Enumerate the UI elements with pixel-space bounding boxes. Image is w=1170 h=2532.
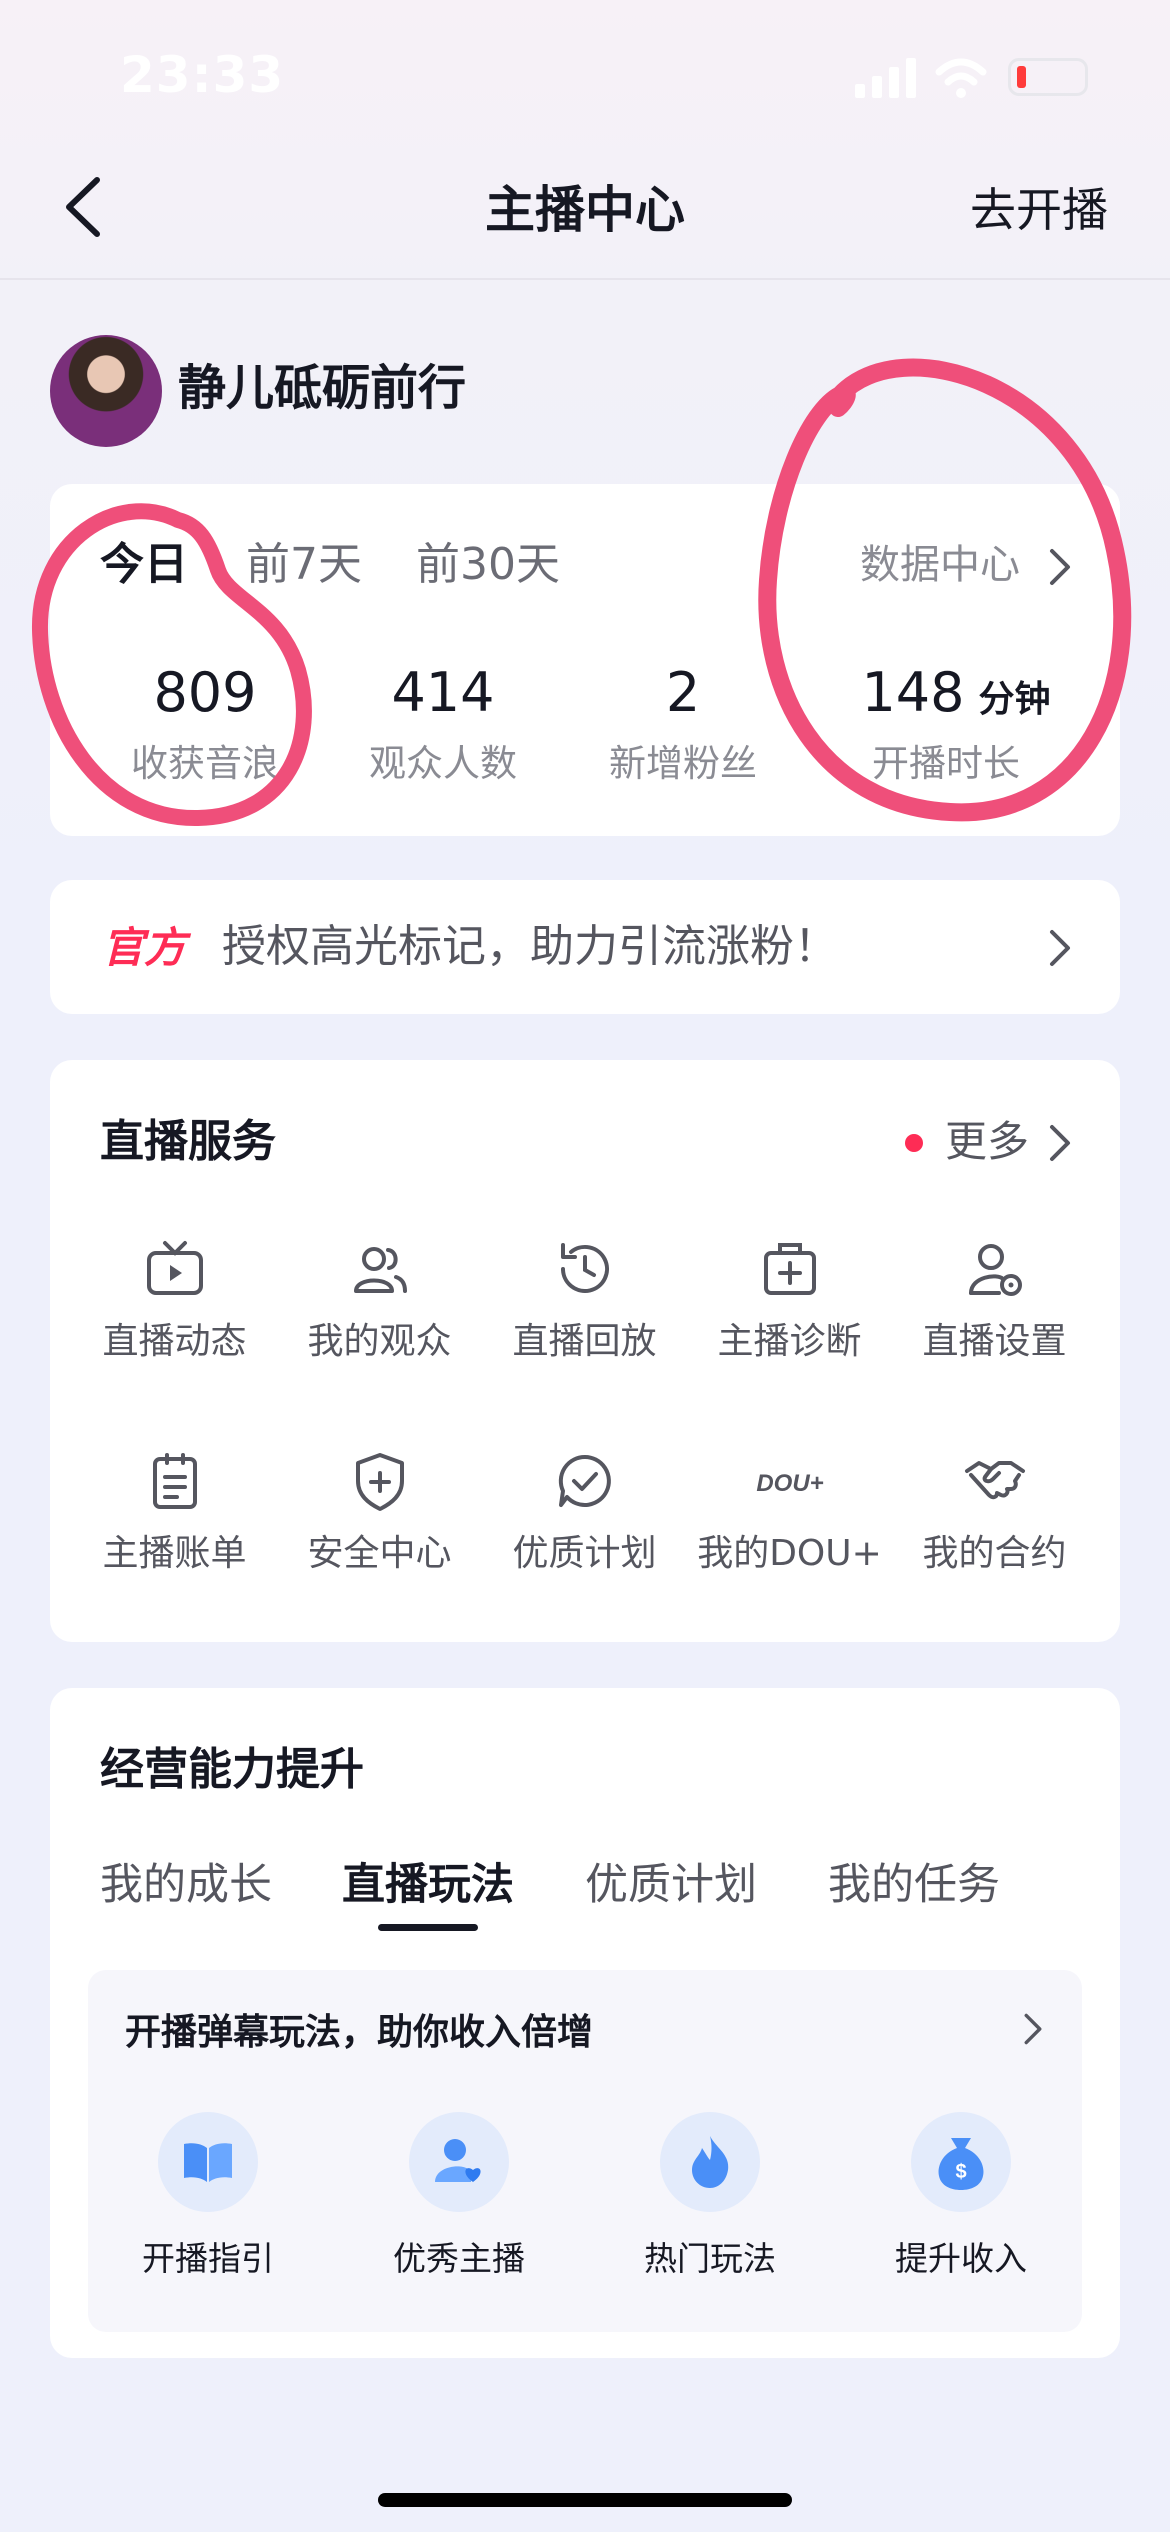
stat-label-viewers: 观众人数 [369, 742, 517, 785]
live-services-title: 直播服务 [100, 1116, 276, 1167]
chevron-right-icon[interactable] [1047, 928, 1073, 968]
notification-dot [905, 1134, 923, 1152]
service-anchor-bill[interactable]: 主播账单 [72, 1449, 277, 1581]
medical-kit-icon [763, 1243, 816, 1295]
dou-plus-icon: DOU+ [756, 1470, 823, 1497]
chevron-right-icon[interactable] [1047, 1123, 1073, 1163]
service-label: 主播账单 [102, 1533, 247, 1574]
money-bag-icon: $ [938, 2138, 984, 2190]
service-label: 我的观众 [307, 1321, 452, 1362]
feature-boost-income[interactable]: $ 提升收入 [861, 2112, 1061, 2284]
users-icon [353, 1247, 407, 1293]
service-live-replay[interactable]: 直播回放 [482, 1237, 687, 1369]
battery-level [1017, 66, 1026, 88]
svg-text:DOU+: DOU+ [756, 1470, 823, 1497]
service-anchor-diagnosis[interactable]: 主播诊断 [687, 1237, 892, 1369]
official-tag: 官方 [102, 923, 187, 972]
feature-start-guide[interactable]: 开播指引 [108, 2112, 308, 2284]
annotation-circle-left [31, 503, 312, 827]
bill-icon [152, 1453, 197, 1509]
active-tab-indicator [378, 1924, 478, 1931]
service-my-audience[interactable]: 我的观众 [277, 1237, 482, 1369]
gameplay-panel-title: 开播弹幕玩法，助你收入倍增 [125, 2012, 594, 2053]
service-my-dou-plus[interactable]: DOU+ 我的DOU+ [687, 1449, 892, 1581]
service-quality-plan[interactable]: 优质计划 [482, 1449, 687, 1581]
feature-hot-gameplay[interactable]: 热门玩法 [610, 2112, 810, 2284]
service-live-feed[interactable]: 直播动态 [72, 1237, 277, 1369]
book-icon [184, 2143, 232, 2182]
tab-my-growth[interactable]: 我的成长 [100, 1855, 272, 1915]
service-label: 直播设置 [922, 1321, 1067, 1362]
feature-top-anchors[interactable]: 优秀主播 [359, 2112, 559, 2284]
cellular-signal-icon [855, 58, 916, 98]
flame-icon [692, 2136, 729, 2188]
avatar[interactable] [50, 335, 162, 447]
service-security-center[interactable]: 安全中心 [277, 1449, 482, 1581]
home-indicator[interactable] [378, 2493, 792, 2507]
feature-label: 优秀主播 [393, 2239, 525, 2278]
service-label: 主播诊断 [717, 1321, 862, 1362]
tab-my-tasks[interactable]: 我的任务 [828, 1855, 1000, 1915]
feature-label: 热门玩法 [644, 2239, 776, 2278]
shield-plus-icon [355, 1453, 404, 1511]
chevron-right-icon[interactable] [1022, 2012, 1044, 2046]
go-live-button[interactable]: 去开播 [970, 175, 1108, 245]
service-label: 安全中心 [307, 1533, 452, 1574]
service-label: 直播动态 [102, 1321, 247, 1362]
user-settings-icon [968, 1244, 1022, 1296]
service-label: 优质计划 [512, 1533, 657, 1574]
feature-label: 提升收入 [895, 2239, 1027, 2278]
banner-text: 授权高光标记，助力引流涨粉！ [222, 921, 838, 972]
username: 静儿砥砺前行 [178, 360, 467, 416]
stat-value-viewers[interactable]: 414 [323, 655, 563, 731]
service-live-settings[interactable]: 直播设置 [892, 1237, 1097, 1369]
feature-label: 开播指引 [142, 2239, 274, 2278]
tab-live-gameplay[interactable]: 直播玩法 [342, 1855, 514, 1915]
status-time: 23:33 [120, 46, 285, 104]
service-label: 直播回放 [512, 1321, 657, 1362]
annotation-circle-right [758, 358, 1132, 822]
service-label: 我的DOU+ [697, 1533, 882, 1574]
service-my-contract[interactable]: 我的合约 [892, 1449, 1097, 1581]
growth-title: 经营能力提升 [100, 1744, 364, 1795]
tab-30-days[interactable]: 前30天 [416, 535, 560, 595]
more-link[interactable]: 更多 [945, 1112, 1029, 1172]
svg-text:$: $ [955, 2161, 966, 2183]
replay-clock-icon [560, 1243, 609, 1293]
check-bubble-icon [558, 1454, 611, 1507]
tv-icon [146, 1241, 203, 1295]
handshake-icon [964, 1461, 1025, 1500]
tab-quality-plan[interactable]: 优质计划 [585, 1855, 757, 1915]
user-heart-icon [435, 2139, 481, 2182]
wifi-icon [935, 58, 987, 98]
service-label: 我的合约 [922, 1533, 1067, 1574]
